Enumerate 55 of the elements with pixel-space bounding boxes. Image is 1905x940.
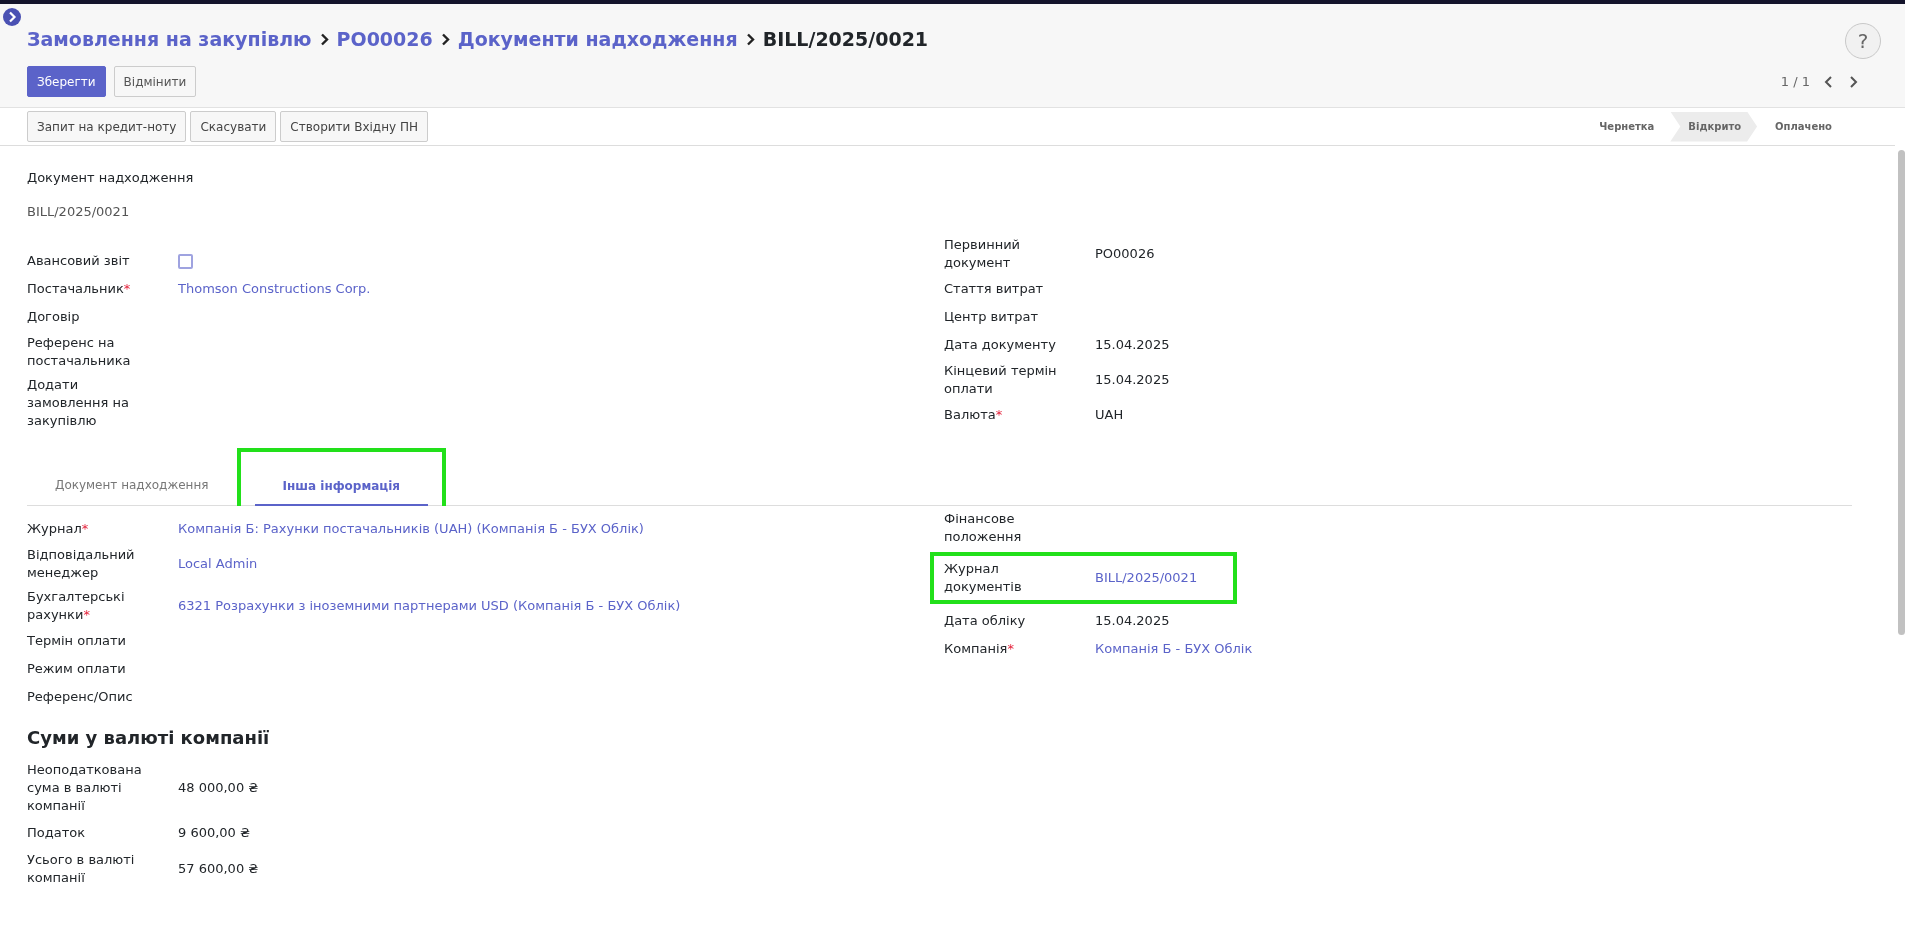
field-link[interactable]: Thomson Constructions Corp. <box>178 279 371 299</box>
field-label: Фінансове положення <box>944 510 1023 546</box>
field-value: 15.04.2025 <box>1095 336 1170 355</box>
breadcrumb-link[interactable]: PO00026 <box>336 24 433 54</box>
field-label: Кінцевий термін оплати <box>944 362 1058 398</box>
tab[interactable]: Інша інформація <box>254 468 429 506</box>
breadcrumb-link[interactable]: Замовлення на закупівлю <box>27 24 312 54</box>
amount-value: 57 600,00 ₴ <box>178 859 259 878</box>
field-label: Дата документу <box>944 336 1057 354</box>
field-link[interactable]: Local Admin <box>178 554 258 574</box>
action-button[interactable]: Скасувати <box>190 111 277 142</box>
field-label: Неоподаткована сума в валюті компанії <box>27 761 143 815</box>
field-label: Компанія* <box>944 640 1015 658</box>
pager-count: 1 / 1 <box>1780 72 1810 91</box>
status-stage[interactable]: Відкрито <box>1670 111 1758 142</box>
field-label: Журнал документів <box>944 560 1023 596</box>
discard-button[interactable]: Відмінити <box>113 66 197 97</box>
action-button[interactable]: Створити Вхідну ПН <box>280 111 428 142</box>
document-label: Документ надходження <box>27 169 195 187</box>
field-label: Усього в валюті компанії <box>27 850 136 887</box>
save-button[interactable]: Зберегти <box>27 66 106 97</box>
field-label: Додати замовлення на закупівлю <box>27 376 131 430</box>
action-button[interactable]: Запит на кредит-ноту <box>27 111 187 142</box>
field-label: Центр витрат <box>944 308 1040 326</box>
field-label: Авансовий звіт <box>27 252 131 270</box>
field-link[interactable]: 6321 Розрахунки з іноземними партнерами USD (Компанія Б - БУХ Облік) <box>178 596 681 616</box>
field-label: Договір <box>27 308 81 326</box>
amount-value: 48 000,00 ₴ <box>178 779 259 798</box>
field-value: UAH <box>1095 406 1124 425</box>
field-link[interactable]: Компанія Б - БУХ Облік <box>1095 639 1253 659</box>
field-label: Відповідальний менеджер <box>27 546 136 582</box>
field-link[interactable]: BILL/2025/0021 <box>1095 568 1198 588</box>
page-title: BILL/2025/0021 <box>762 26 929 52</box>
section-heading: Суми у валюті компанії <box>27 726 271 750</box>
document-number: BILL/2025/0021 <box>27 203 131 221</box>
field-label: Референс/Опис <box>27 688 134 706</box>
field-label: Первинний документ <box>944 236 1022 272</box>
breadcrumb-link[interactable]: Документи надходження <box>457 24 738 54</box>
field-label: Валюта* <box>944 406 1004 424</box>
field-label: Термін оплати <box>27 632 127 650</box>
field-label: Дата обліку <box>944 612 1027 630</box>
field-label: Бухгалтерські рахунки* <box>27 588 126 624</box>
field-label: Стаття витрат <box>944 280 1045 298</box>
field-label: Журнал* <box>27 520 90 538</box>
field-link[interactable]: Компанія Б: Рахунки постачальників (UAH) (Компанія Б - БУХ Облік) <box>178 519 644 539</box>
field-value: 15.04.2025 <box>1095 371 1170 390</box>
help-button[interactable]: ? <box>1845 23 1881 59</box>
amount-value: 9 600,00 ₴ <box>178 824 251 842</box>
field-value: 15.04.2025 <box>1095 612 1170 631</box>
field-label: Референс на постачальника <box>27 334 132 370</box>
field-value: PO00026 <box>1095 245 1155 264</box>
tab[interactable]: Документ надходження <box>27 467 237 505</box>
field-label: Постачальник* <box>27 280 132 298</box>
field-label: Режим оплати <box>27 660 127 678</box>
field-label: Податок <box>27 823 87 842</box>
